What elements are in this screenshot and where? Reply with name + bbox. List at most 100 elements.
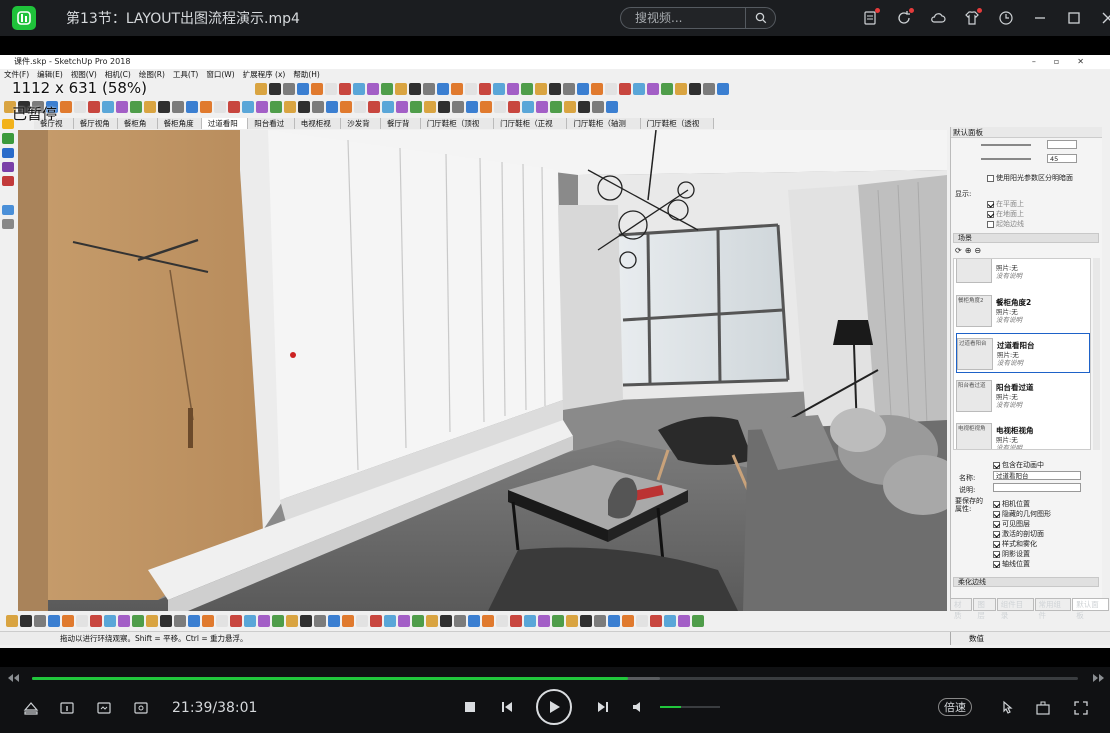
toolbar-tool-icon[interactable]	[200, 101, 212, 113]
sketchup-viewport[interactable]	[18, 130, 947, 611]
toolbar-tool-icon[interactable]	[454, 615, 466, 627]
tool-icon[interactable]	[2, 161, 14, 172]
skin-icon[interactable]	[960, 6, 984, 30]
stop-icon[interactable]	[462, 699, 478, 715]
toolbar-tool-icon[interactable]	[188, 615, 200, 627]
toolbar-tool-icon[interactable]	[423, 83, 435, 95]
scene-tab[interactable]: 沙发背景	[341, 118, 382, 139]
toolbar-tool-icon[interactable]	[451, 83, 463, 95]
fullscreen-icon[interactable]	[1072, 699, 1090, 717]
toolbar-tool-icon[interactable]	[606, 101, 618, 113]
toolbar-tool-icon[interactable]	[424, 101, 436, 113]
soften-edges-section-header[interactable]: 柔化边线	[953, 577, 1099, 587]
scene-item[interactable]: 餐柜角度2 餐柜角度2 照片:无 没有说明	[956, 291, 1090, 331]
scene-tab[interactable]: 过道看阳台	[201, 118, 249, 139]
toolbar-tool-icon[interactable]	[521, 83, 533, 95]
play-button[interactable]	[536, 689, 572, 725]
prop-checkbox[interactable]	[993, 530, 1000, 538]
toolbar-tool-icon[interactable]	[314, 615, 326, 627]
toolbar-tool-icon[interactable]	[412, 615, 424, 627]
toolbar-tool-icon[interactable]	[591, 83, 603, 95]
toolbar-tool-icon[interactable]	[535, 83, 547, 95]
toolbar-tool-icon[interactable]	[510, 615, 522, 627]
toolbar-tool-icon[interactable]	[717, 83, 729, 95]
toolbar-tool-icon[interactable]	[438, 101, 450, 113]
tool-icon[interactable]	[2, 218, 14, 229]
tool-icon[interactable]	[2, 133, 14, 144]
toolbar-tool-icon[interactable]	[160, 615, 172, 627]
toolbar-tool-icon[interactable]	[479, 83, 491, 95]
toolbar-tool-icon[interactable]	[382, 101, 394, 113]
toolbar-tool-icon[interactable]	[538, 615, 550, 627]
toolbar-tool-icon[interactable]	[20, 615, 32, 627]
toolbar-tool-icon[interactable]	[132, 615, 144, 627]
toolbar-tool-icon[interactable]	[76, 615, 88, 627]
tool-icon[interactable]	[2, 147, 14, 158]
speed-button[interactable]: 倍速	[938, 698, 972, 716]
tab-common-components[interactable]: 常用组件	[1034, 598, 1072, 620]
toolbar-tool-icon[interactable]	[437, 83, 449, 95]
seek-back-icon[interactable]	[4, 671, 22, 685]
toolbar-tool-icon[interactable]	[689, 83, 701, 95]
toolbar-tool-icon[interactable]	[339, 83, 351, 95]
toolbar-tool-icon[interactable]	[158, 101, 170, 113]
toolbar-tool-icon[interactable]	[608, 615, 620, 627]
scenes-section-header[interactable]: 场景	[953, 233, 1099, 243]
search-input[interactable]	[621, 11, 741, 25]
scene-tab[interactable]: 餐柜角度2	[157, 118, 202, 139]
scene-item[interactable]: 电视柜视角 电视柜视角 照片:无 没有说明	[956, 419, 1090, 449]
toolbar-tool-icon[interactable]	[580, 615, 592, 627]
toolbar-tool-icon[interactable]	[536, 101, 548, 113]
seek-forward-icon[interactable]	[1090, 671, 1108, 685]
scene-tab[interactable]: 餐厅背景	[381, 118, 421, 139]
toolbar-tool-icon[interactable]	[578, 101, 590, 113]
toolbar-tool-icon[interactable]	[384, 615, 396, 627]
toolbar-tool-icon[interactable]	[102, 101, 114, 113]
toolbar-tool-icon[interactable]	[577, 83, 589, 95]
toolbar-tool-icon[interactable]	[605, 83, 617, 95]
scene-tab[interactable]: 阳台看过道	[248, 118, 295, 139]
toolbar-tool-icon[interactable]	[202, 615, 214, 627]
prop-checkbox[interactable]	[993, 520, 1000, 528]
toolbar-tool-icon[interactable]	[244, 615, 256, 627]
use-sun-checkbox[interactable]	[987, 174, 994, 182]
toolbar-tool-icon[interactable]	[228, 101, 240, 113]
cloud-icon[interactable]	[926, 6, 950, 30]
toolbar-tool-icon[interactable]	[6, 615, 18, 627]
progress-bar[interactable]	[32, 677, 1078, 680]
toolbar-tool-icon[interactable]	[564, 101, 576, 113]
toolbar-tool-icon[interactable]	[146, 615, 158, 627]
toolbar-tool-icon[interactable]	[311, 83, 323, 95]
refresh-icon[interactable]	[892, 6, 916, 30]
previous-icon[interactable]	[498, 699, 516, 715]
toolbox-icon[interactable]	[1034, 699, 1052, 717]
toolbar-tool-icon[interactable]	[118, 615, 130, 627]
scene-tab[interactable]: 餐柜角度	[117, 118, 158, 139]
toolbar-tool-icon[interactable]	[62, 615, 74, 627]
toolbar-tool-icon[interactable]	[367, 83, 379, 95]
toolbar-tool-icon[interactable]	[242, 101, 254, 113]
minimize-icon[interactable]	[1028, 6, 1052, 30]
menu-window[interactable]: 窗口(W)	[206, 69, 234, 81]
toolbar-tool-icon[interactable]	[34, 615, 46, 627]
toolbar-tool-icon[interactable]	[286, 615, 298, 627]
shadow-value-2[interactable]: 45	[1047, 154, 1077, 163]
scene-tab[interactable]: 电视柜视角	[294, 118, 342, 139]
measurements-box[interactable]: 数值	[950, 632, 1110, 645]
toolbar-tool-icon[interactable]	[619, 83, 631, 95]
shadow-slider-2[interactable]	[981, 158, 1031, 160]
prop-checkbox[interactable]	[993, 500, 1000, 508]
toolbar-tool-icon[interactable]	[622, 615, 634, 627]
subtitle-icon[interactable]	[58, 699, 76, 717]
toolbar-tool-icon[interactable]	[297, 83, 309, 95]
toolbar-tool-icon[interactable]	[482, 615, 494, 627]
scene-tab[interactable]: 门厅鞋柜（透视图）	[640, 118, 714, 139]
menu-extensions[interactable]: 扩展程序 (x)	[243, 69, 286, 81]
scene-item[interactable]: 照片:无 没有说明	[956, 259, 1090, 287]
scene-tab[interactable]: 门厅鞋柜（正视图）	[494, 118, 568, 139]
toolbar-tool-icon[interactable]	[650, 615, 662, 627]
toolbar-tool-icon[interactable]	[409, 83, 421, 95]
menu-help[interactable]: 帮助(H)	[293, 69, 320, 81]
toolbar-tool-icon[interactable]	[692, 615, 704, 627]
toolbar-tool-icon[interactable]	[284, 101, 296, 113]
